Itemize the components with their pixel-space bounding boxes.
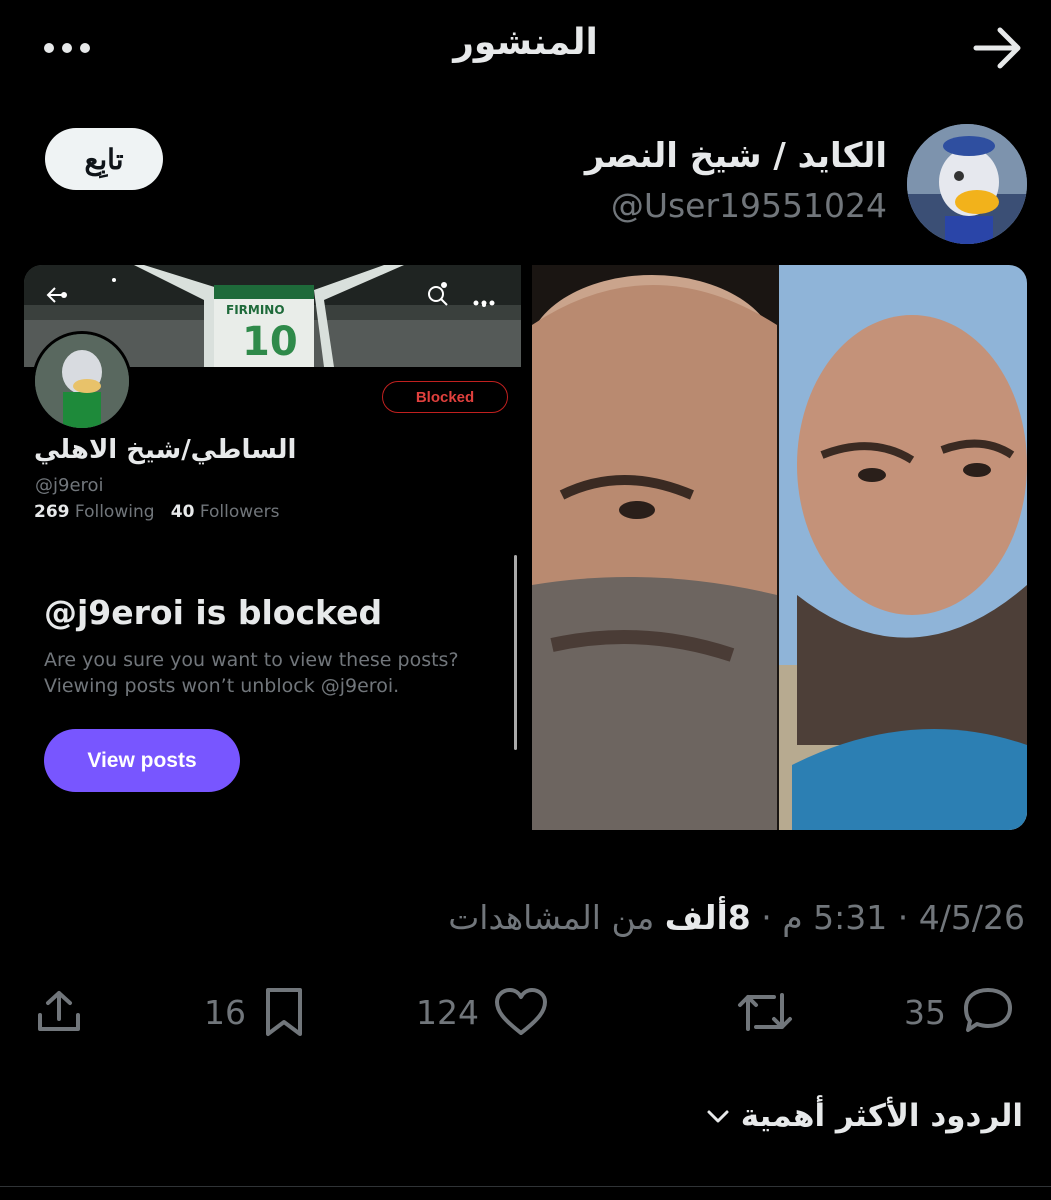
followers-count: 40	[170, 502, 195, 522]
separator: ·	[761, 898, 772, 937]
jersey-number: 10	[242, 319, 298, 365]
profile-stats: 269 Following 40 Followers	[34, 502, 279, 522]
share-icon	[38, 991, 80, 1031]
following-label: Following	[74, 502, 155, 522]
heart-icon	[495, 988, 547, 1035]
post-date: 4/5/26	[918, 898, 1025, 937]
reply-icon	[964, 988, 1012, 1032]
replies-sort-dropdown[interactable]: الردود الأكثر أهمية	[705, 1098, 1023, 1134]
view-posts-button[interactable]: View posts	[44, 729, 240, 792]
reply-count: 35	[904, 992, 946, 1032]
like-count: 124	[416, 992, 479, 1032]
post-media[interactable]: FIRMINO 10 Blocked الساطي/شيخ الاهلي @j9…	[24, 265, 1027, 830]
faces-photo	[527, 265, 1027, 830]
profile-avatar	[32, 331, 132, 431]
more-options-icon[interactable]	[472, 292, 496, 311]
scrollbar	[514, 555, 517, 750]
arrow-right-icon[interactable]	[968, 22, 1028, 74]
bookmark-button[interactable]: 16	[204, 984, 308, 1040]
separator: ·	[897, 898, 909, 937]
share-button[interactable]	[34, 984, 84, 1040]
page-title: المنشور	[453, 22, 598, 63]
embedded-profile-screenshot: FIRMINO 10 Blocked الساطي/شيخ الاهلي @j9…	[24, 265, 524, 830]
blocked-description: Are you sure you want to view these post…	[44, 649, 459, 697]
reply-button[interactable]: 35	[904, 984, 1016, 1040]
profile-name: الساطي/شيخ الاهلي	[34, 435, 297, 465]
followers-label: Followers	[199, 502, 280, 522]
jersey-name: FIRMINO	[226, 303, 285, 317]
post-meta: 4/5/26 · 5:31 م · 8ألف من المشاهدات	[448, 898, 1025, 937]
following-count: 269	[34, 502, 70, 522]
blocked-title: @j9eroi is blocked	[44, 593, 383, 632]
chevron-down-icon	[707, 1110, 729, 1123]
author-handle[interactable]: @User19551024	[611, 186, 887, 225]
bookmark-count: 16	[204, 992, 246, 1032]
post-time: 5:31 م	[782, 898, 888, 937]
repost-button[interactable]	[734, 984, 810, 1040]
follow-button[interactable]: تابِع	[45, 128, 163, 190]
divider	[0, 1186, 1051, 1187]
author-avatar[interactable]	[907, 124, 1027, 244]
profile-handle: @j9eroi	[35, 475, 104, 496]
replies-sort-label: الردود الأكثر أهمية	[740, 1098, 1023, 1134]
like-button[interactable]: 124	[416, 984, 549, 1040]
back-arrow-icon[interactable]	[44, 285, 68, 309]
bookmark-icon	[266, 988, 302, 1036]
author-name[interactable]: الكايد / شيخ النصر	[585, 136, 887, 176]
search-icon[interactable]	[426, 284, 450, 312]
blocked-button[interactable]: Blocked	[382, 381, 508, 413]
views-count[interactable]: 8ألف	[665, 898, 751, 937]
views-label[interactable]: من المشاهدات	[448, 898, 654, 937]
repost-icon	[738, 993, 792, 1031]
